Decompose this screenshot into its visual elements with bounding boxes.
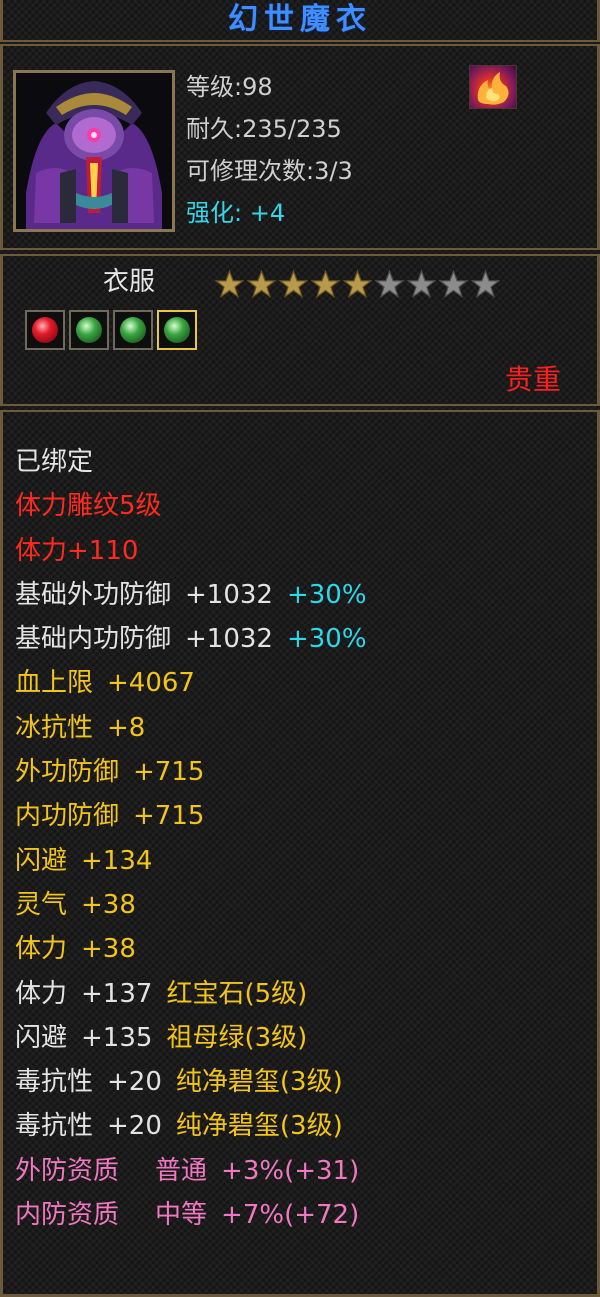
item-type: 衣服	[103, 267, 156, 297]
hp-max-line: 血上限 +4067	[15, 668, 195, 699]
bound-status: 已绑定	[15, 447, 94, 477]
title-bar: 幻世魔衣	[0, 0, 600, 42]
flame-skill-icon[interactable]	[469, 65, 517, 109]
engrave-line: 体力雕纹5级	[15, 491, 162, 522]
item-level: 等级:98	[186, 73, 273, 101]
star-icon	[471, 270, 500, 299]
dodge-line: 闪避 +134	[15, 845, 153, 876]
star-icon	[215, 270, 244, 299]
ext-quality-line: 外防资质 普通 +3%(+31)	[15, 1155, 360, 1186]
item-rarity: 贵重	[504, 363, 561, 396]
item-header: 等级:98 耐久:235/235 可修理次数:3/3 强化: +4	[0, 44, 600, 250]
item-name: 幻世魔衣	[228, 2, 372, 37]
star-icon	[439, 270, 468, 299]
item-type-panel: 衣服 贵重	[0, 254, 600, 406]
star-icon	[343, 270, 372, 299]
spirit-line: 灵气 +38	[15, 889, 136, 920]
int-def-base-line: 基础内功防御 +1032 +30%	[15, 624, 367, 655]
star-icon	[407, 270, 436, 299]
gem-vit-line: 体力 +137 红宝石(5级)	[15, 978, 308, 1009]
ruby-gem-icon[interactable]	[25, 310, 65, 350]
item-durability: 耐久:235/235	[186, 115, 342, 143]
ext-def-line: 外功防御 +715	[15, 757, 205, 788]
star-rating	[215, 270, 500, 300]
armor-portrait-icon[interactable]	[13, 70, 175, 232]
gem-sockets	[25, 310, 197, 350]
gem-poison-line-1: 毒抗性 +20 纯净碧玺(3级)	[15, 1067, 343, 1098]
emerald-gem-icon[interactable]	[157, 310, 197, 350]
star-icon	[247, 270, 276, 299]
flame-glyph	[477, 72, 509, 105]
item-enhance: 强化: +4	[186, 196, 285, 230]
attribute-list: 已绑定 体力雕纹5级 体力+110 基础外功防御 +1032 +30% 基础内功防御…	[15, 440, 367, 1237]
star-icon	[311, 270, 340, 299]
emerald-gem-icon[interactable]	[69, 310, 109, 350]
gem-dodge-line: 闪避 +135 祖母绿(3级)	[15, 1022, 308, 1053]
gem-poison-line-2: 毒抗性 +20 纯净碧玺(3级)	[15, 1111, 343, 1142]
attributes-panel: 已绑定 体力雕纹5级 体力+110 基础外功防御 +1032 +30% 基础内功防御…	[0, 410, 600, 1297]
int-def-line: 内功防御 +715	[15, 801, 205, 832]
vit-line: 体力 +38	[15, 934, 136, 965]
star-icon	[279, 270, 308, 299]
item-tooltip: 幻世魔衣 等级:98 耐久:235/235 可修理次数:3/3 强化: +4 衣…	[0, 0, 600, 1297]
ice-res-line: 冰抗性 +8	[15, 712, 146, 743]
int-quality-line: 内防资质 中等 +7%(+72)	[15, 1200, 360, 1231]
star-icon	[375, 270, 404, 299]
emerald-gem-icon[interactable]	[113, 310, 153, 350]
vit-bonus-line: 体力+110	[15, 535, 139, 566]
ext-def-base-line: 基础外功防御 +1032 +30%	[15, 579, 367, 610]
enhance-value: +4	[249, 199, 286, 227]
enhance-label: 强化:	[186, 199, 243, 227]
armor-portrait-image	[16, 73, 172, 229]
item-repair-count: 可修理次数:3/3	[186, 157, 353, 185]
